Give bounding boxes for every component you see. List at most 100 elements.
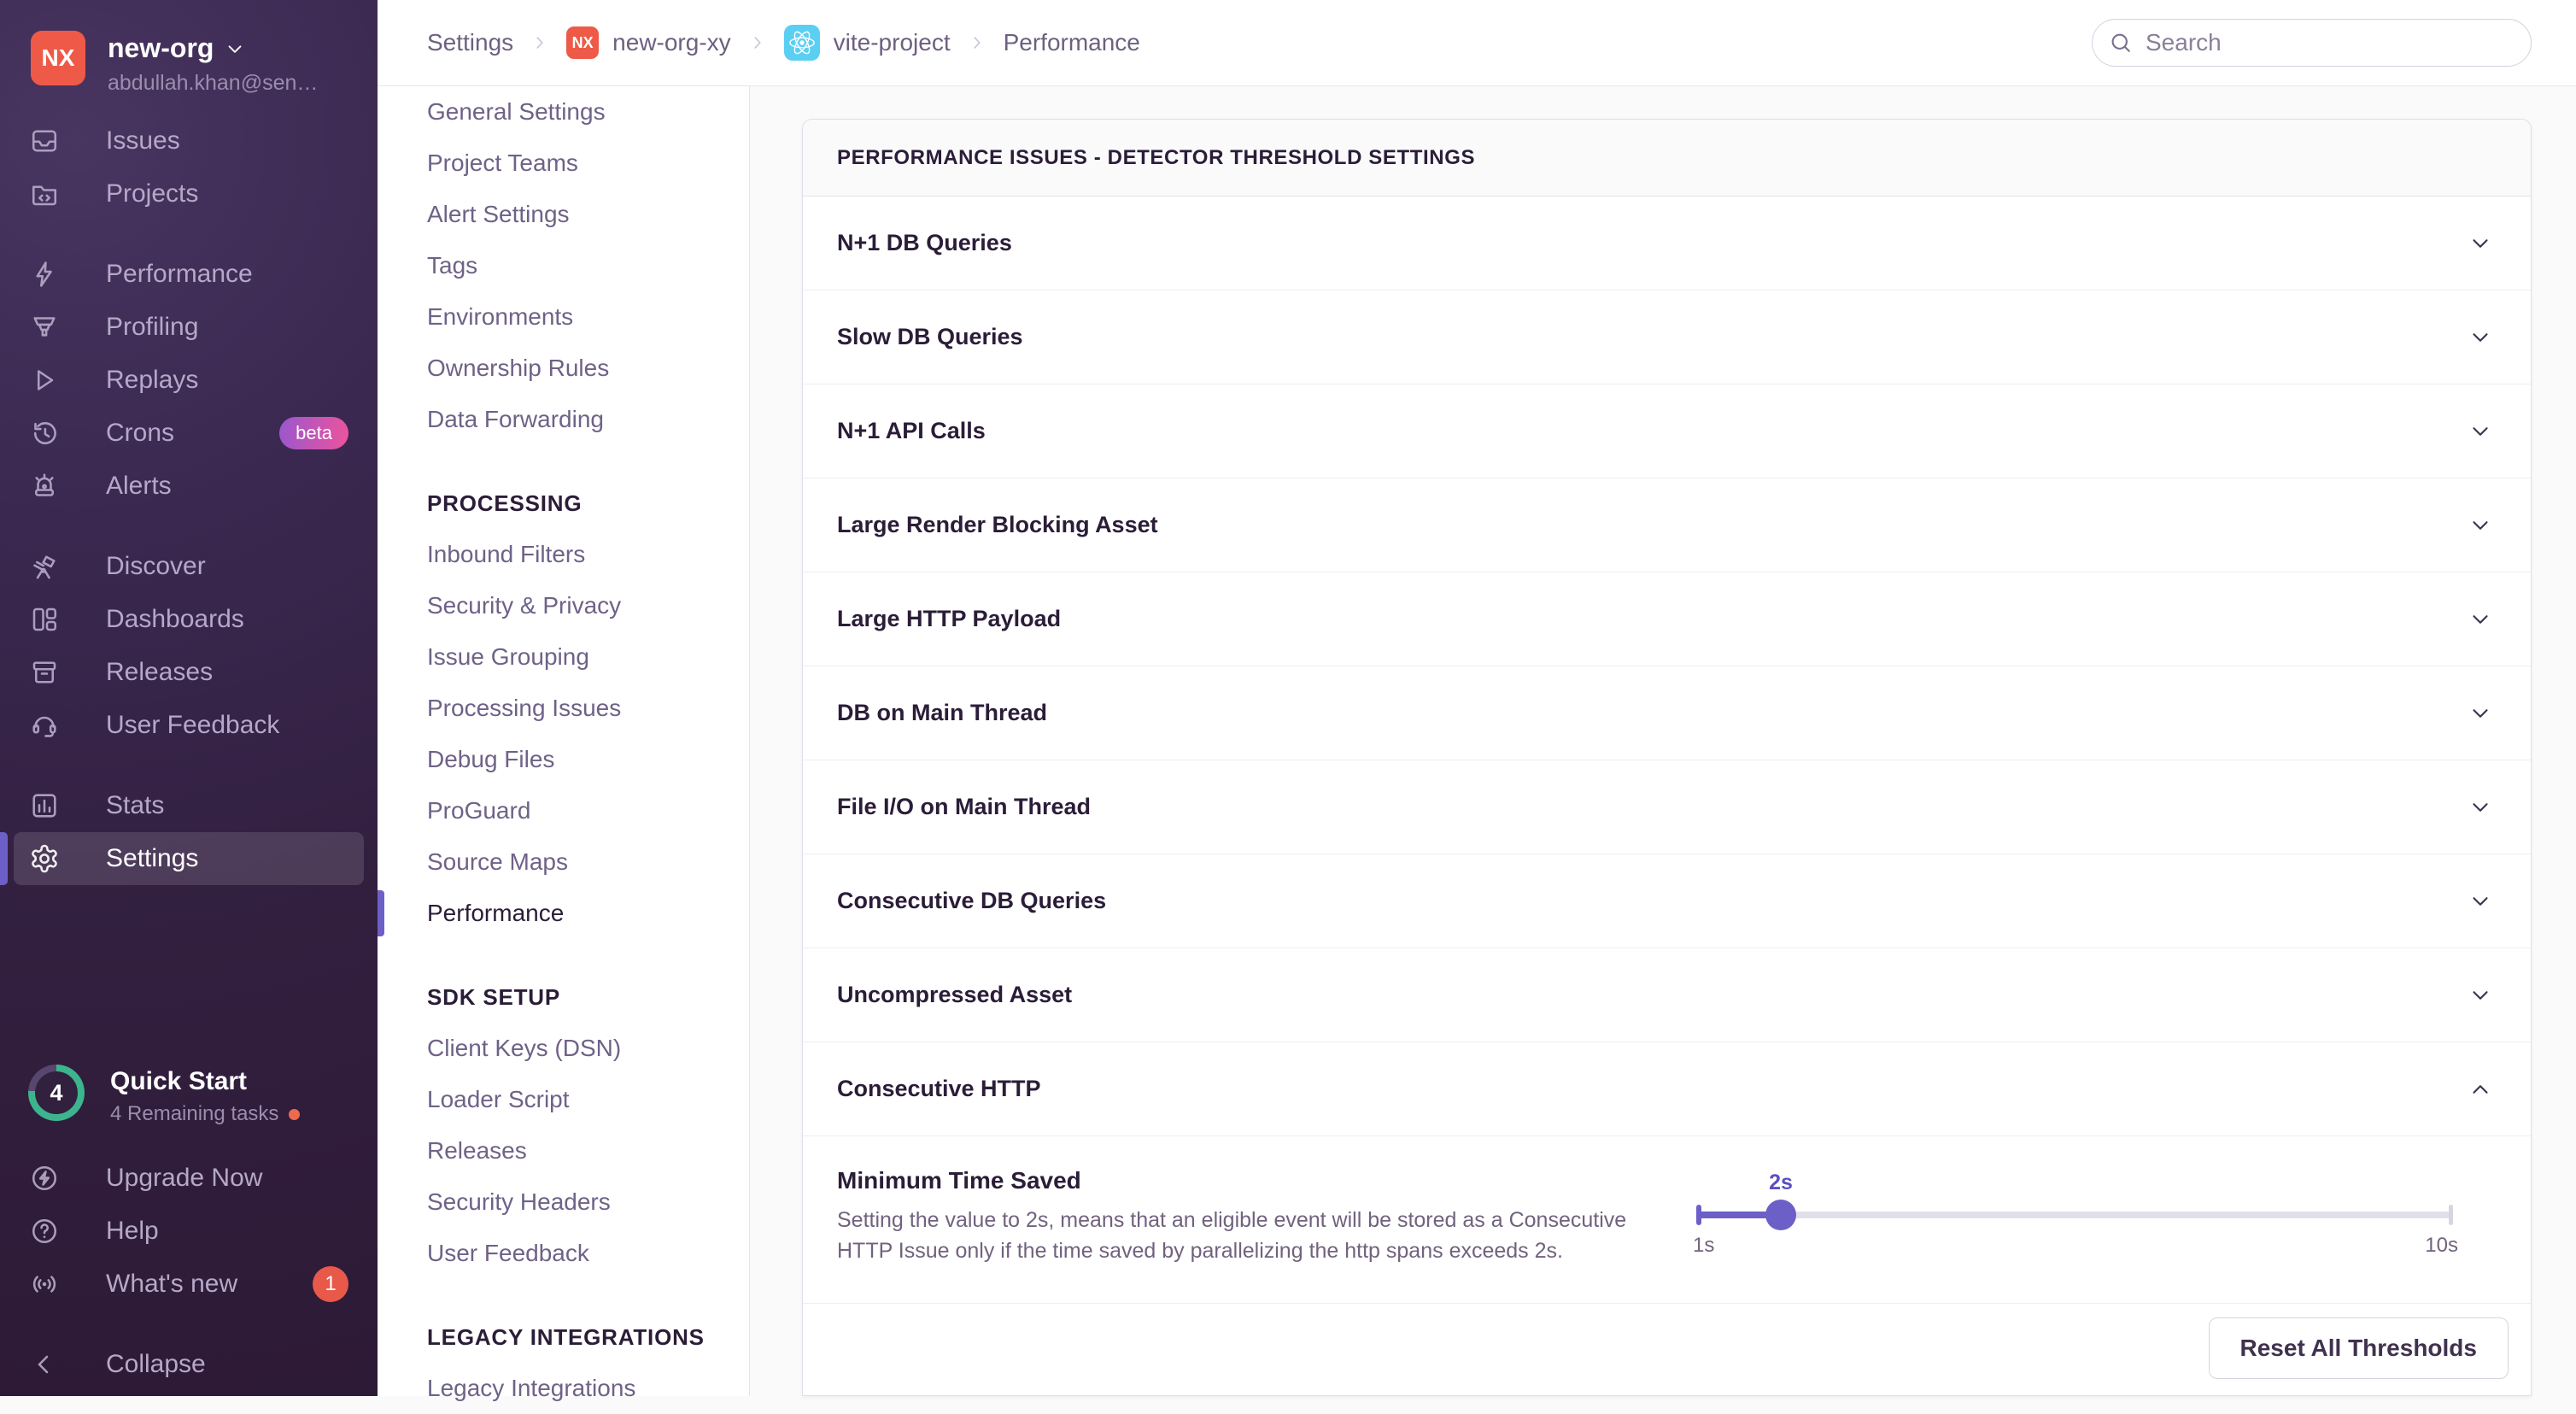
breadcrumb-page[interactable]: Performance bbox=[1004, 29, 1140, 56]
sidebar-item-performance[interactable]: Performance bbox=[14, 248, 364, 301]
breadcrumb-settings[interactable]: Settings bbox=[427, 29, 513, 56]
sidebar-item-label: Crons bbox=[106, 419, 174, 448]
top-header: Settings NX new-org-xy vite-project Perf… bbox=[378, 0, 2576, 86]
beta-badge: beta bbox=[279, 417, 348, 449]
org-avatar: NX bbox=[31, 31, 85, 85]
slider-max-label: 10s bbox=[2425, 1234, 2458, 1258]
sidebar-item-replays[interactable]: Replays bbox=[14, 354, 364, 407]
min-time-saved-slider: 2s 1s 10s bbox=[1698, 1136, 2451, 1303]
sidebar-item-alerts[interactable]: Alerts bbox=[14, 460, 364, 513]
sidebar-item-user-feedback[interactable]: User Feedback bbox=[14, 699, 364, 752]
collapse-button[interactable]: Collapse bbox=[14, 1338, 364, 1391]
quick-start-progress-ring: 4 bbox=[28, 1065, 85, 1121]
issues-icon bbox=[29, 126, 60, 156]
search-input[interactable] bbox=[2146, 29, 2515, 56]
sidebar-item-issues[interactable]: Issues bbox=[14, 114, 364, 167]
slider-track[interactable] bbox=[1698, 1212, 2451, 1218]
settings-nav-client-keys[interactable]: Client Keys (DSN) bbox=[378, 1023, 749, 1074]
sidebar-footer-nav: Upgrade Now Help What's new 1 bbox=[14, 1152, 364, 1311]
primary-nav: Issues Projects Performance Profiling Re… bbox=[14, 114, 364, 912]
org-switcher[interactable]: NX new-org abdullah.khan@sen… bbox=[31, 31, 318, 96]
chevron-right-icon bbox=[530, 33, 549, 52]
sidebar-item-whats-new[interactable]: What's new 1 bbox=[14, 1258, 364, 1311]
settings-nav-debug-files[interactable]: Debug Files bbox=[378, 734, 749, 785]
chevron-down-icon bbox=[2468, 795, 2493, 820]
detector-row-db-on-main-thread[interactable]: DB on Main Thread bbox=[803, 666, 2531, 760]
chevron-left-icon bbox=[29, 1349, 60, 1380]
sidebar-item-releases[interactable]: Releases bbox=[14, 646, 364, 699]
releases-icon bbox=[29, 657, 60, 688]
chevron-down-icon bbox=[2468, 231, 2493, 256]
chevron-down-icon bbox=[2468, 607, 2493, 632]
settings-nav-legacy-integrations[interactable]: Legacy Integrations bbox=[378, 1363, 749, 1414]
settings-nav-loader-script[interactable]: Loader Script bbox=[378, 1074, 749, 1125]
settings-nav-releases[interactable]: Releases bbox=[378, 1125, 749, 1176]
search-icon bbox=[2108, 30, 2134, 56]
sidebar-item-projects[interactable]: Projects bbox=[14, 167, 364, 220]
detector-row-n1-db-queries[interactable]: N+1 DB Queries bbox=[803, 197, 2531, 290]
sidebar-item-dashboards[interactable]: Dashboards bbox=[14, 593, 364, 646]
reset-all-thresholds-button[interactable]: Reset All Thresholds bbox=[2209, 1317, 2509, 1379]
settings-nav-general-settings[interactable]: General Settings bbox=[378, 86, 749, 138]
setting-label: Minimum Time Saved bbox=[837, 1167, 1081, 1194]
settings-nav-processing-issues[interactable]: Processing Issues bbox=[378, 683, 749, 734]
settings-nav-data-forwarding[interactable]: Data Forwarding bbox=[378, 394, 749, 445]
detector-row-large-render-blocking-asset[interactable]: Large Render Blocking Asset bbox=[803, 478, 2531, 572]
detector-row-file-io-on-main-thread[interactable]: File I/O on Main Thread bbox=[803, 760, 2531, 854]
settings-nav-alert-settings[interactable]: Alert Settings bbox=[378, 189, 749, 240]
stats-icon bbox=[29, 790, 60, 821]
nav-group-2: Performance Profiling Replays Crons beta… bbox=[14, 248, 364, 513]
detector-row-n1-api-calls[interactable]: N+1 API Calls bbox=[803, 384, 2531, 478]
detector-row-slow-db-queries[interactable]: Slow DB Queries bbox=[803, 290, 2531, 384]
chevron-right-icon bbox=[968, 33, 986, 52]
breadcrumb: Settings NX new-org-xy vite-project Perf… bbox=[427, 25, 1140, 61]
sidebar-item-upgrade-now[interactable]: Upgrade Now bbox=[14, 1152, 364, 1205]
sidebar-item-profiling[interactable]: Profiling bbox=[14, 301, 364, 354]
org-name: new-org bbox=[108, 32, 214, 64]
slider-value-label: 2s bbox=[1769, 1171, 1793, 1195]
settings-nav-proguard[interactable]: ProGuard bbox=[378, 785, 749, 836]
detector-row-consecutive-db-queries[interactable]: Consecutive DB Queries bbox=[803, 854, 2531, 948]
chevron-down-icon bbox=[224, 38, 246, 60]
detector-row-uncompressed-asset[interactable]: Uncompressed Asset bbox=[803, 948, 2531, 1042]
search-box[interactable] bbox=[2092, 19, 2532, 67]
sidebar-item-label: Dashboards bbox=[106, 605, 244, 634]
thresholds-panel: PERFORMANCE ISSUES - DETECTOR THRESHOLD … bbox=[802, 119, 2532, 1396]
quick-start-text: Quick Start 4 Remaining tasks bbox=[110, 1065, 300, 1126]
chevron-down-icon bbox=[2468, 983, 2493, 1008]
settings-nav-inbound-filters[interactable]: Inbound Filters bbox=[378, 529, 749, 580]
dashboards-icon bbox=[29, 604, 60, 635]
chevron-up-icon bbox=[2468, 1077, 2493, 1102]
settings-nav-security-headers[interactable]: Security Headers bbox=[378, 1176, 749, 1228]
nav-group-4: Stats Settings bbox=[14, 779, 364, 885]
help-icon bbox=[29, 1216, 60, 1247]
quick-start[interactable]: 4 Quick Start 4 Remaining tasks bbox=[28, 1065, 300, 1126]
breadcrumb-project[interactable]: vite-project bbox=[784, 25, 951, 61]
settings-nav-issue-grouping[interactable]: Issue Grouping bbox=[378, 631, 749, 683]
sidebar-item-label: Profiling bbox=[106, 313, 198, 342]
chevron-down-icon bbox=[2468, 889, 2493, 914]
settings-nav-source-maps[interactable]: Source Maps bbox=[378, 836, 749, 888]
settings-nav-security-privacy[interactable]: Security & Privacy bbox=[378, 580, 749, 631]
pending-dot-icon bbox=[289, 1109, 300, 1120]
sidebar-item-label: Discover bbox=[106, 552, 206, 581]
settings-nav-environments[interactable]: Environments bbox=[378, 291, 749, 343]
breadcrumb-organization[interactable]: NX new-org-xy bbox=[566, 26, 730, 59]
settings-nav-section-sdk-setup: SDK SETUP bbox=[378, 971, 749, 1023]
detector-row-large-http-payload[interactable]: Large HTTP Payload bbox=[803, 572, 2531, 666]
sidebar-item-crons[interactable]: Crons beta bbox=[14, 407, 364, 460]
sidebar-item-help[interactable]: Help bbox=[14, 1205, 364, 1258]
sidebar-item-discover[interactable]: Discover bbox=[14, 540, 364, 593]
setting-description: Setting the value to 2s, means that an e… bbox=[837, 1205, 1657, 1266]
settings-nav-performance[interactable]: Performance bbox=[378, 888, 749, 939]
settings-nav-ownership-rules[interactable]: Ownership Rules bbox=[378, 343, 749, 394]
sidebar-item-stats[interactable]: Stats bbox=[14, 779, 364, 832]
sidebar-item-label: Replays bbox=[106, 366, 198, 395]
slider-max-tick bbox=[2449, 1205, 2453, 1225]
settings-nav-user-feedback[interactable]: User Feedback bbox=[378, 1228, 749, 1279]
detector-row-consecutive-http[interactable]: Consecutive HTTP bbox=[803, 1042, 2531, 1136]
settings-nav-project-teams[interactable]: Project Teams bbox=[378, 138, 749, 189]
settings-nav-tags[interactable]: Tags bbox=[378, 240, 749, 291]
slider-thumb[interactable] bbox=[1765, 1200, 1796, 1230]
sidebar-item-settings[interactable]: Settings bbox=[14, 832, 364, 885]
